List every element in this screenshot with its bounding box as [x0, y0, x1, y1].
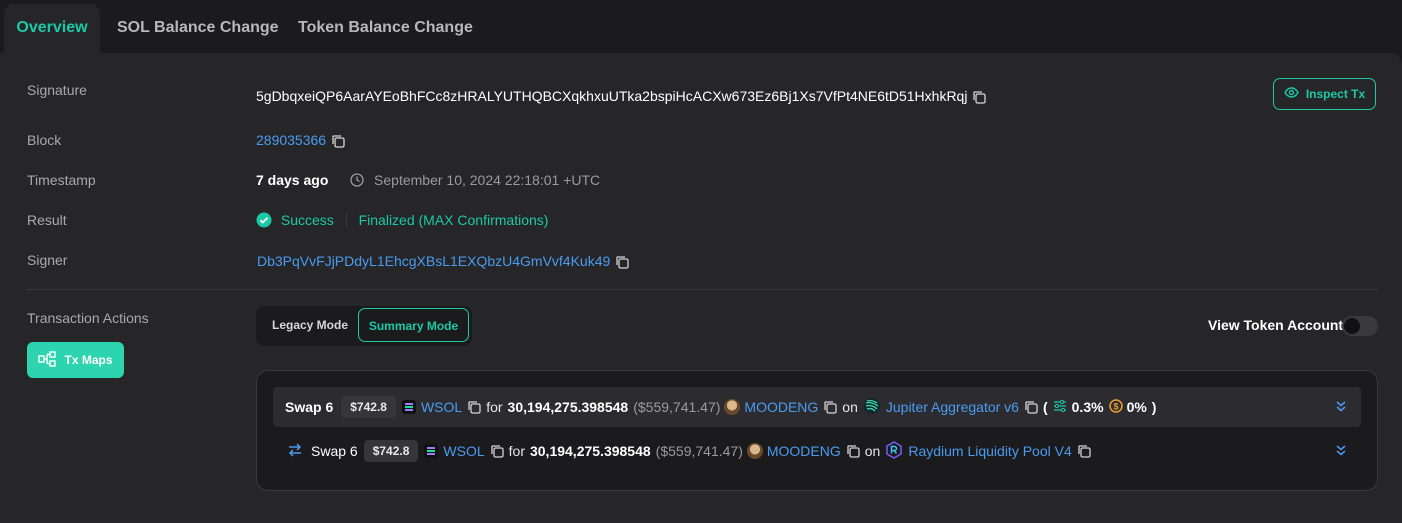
transaction-actions-label: Transaction Actions	[27, 310, 149, 326]
wsol-token-icon	[424, 444, 439, 458]
from-token-link[interactable]: WSOL	[421, 399, 462, 415]
slippage-sliders-icon	[1053, 399, 1067, 416]
result-label: Result	[27, 212, 67, 228]
timestamp-row: 7 days ago September 10, 2024 22:18:01 +…	[256, 172, 600, 190]
jupiter-logo-icon	[863, 397, 881, 418]
svg-text:$: $	[1113, 401, 1118, 411]
swap-row-jupiter[interactable]: Swap 6 $742.8 WSOL for 30,194,275.398548…	[273, 387, 1361, 427]
fee-coin-icon: $	[1108, 398, 1123, 416]
from-token-link[interactable]: WSOL	[443, 443, 484, 459]
to-token-link[interactable]: MOODENG	[767, 443, 841, 459]
copy-icon[interactable]	[615, 255, 629, 269]
swap-arrows-icon	[287, 442, 303, 461]
platform-link[interactable]: Jupiter Aggregator v6	[886, 399, 1019, 415]
slippage-value: 0.3%	[1071, 399, 1104, 415]
swap-title: Swap 6	[285, 399, 334, 415]
inspect-tx-label: Inspect Tx	[1305, 87, 1366, 101]
clock-icon	[350, 173, 364, 190]
swap-amount: 30,194,275.398548	[529, 443, 651, 459]
for-word: for	[486, 399, 503, 415]
on-word: on	[842, 399, 858, 415]
tab-bar: Overview SOL Balance Change Token Balanc…	[0, 0, 1402, 54]
swap-amount-usd: ($559,741.47)	[655, 443, 743, 459]
view-token-account-label: View Token Account	[1208, 317, 1344, 333]
copy-icon[interactable]	[1077, 444, 1091, 458]
paren-open: (	[1042, 399, 1048, 415]
platform-link[interactable]: Raydium Liquidity Pool V4	[908, 443, 1071, 459]
timestamp-relative: 7 days ago	[256, 172, 329, 188]
result-status: Success	[280, 212, 334, 228]
swap-row-raydium[interactable]: Swap 6 $742.8 WSOL for 30,194,275.398548…	[273, 431, 1361, 471]
paren-close: )	[1151, 399, 1157, 415]
usd-badge: $742.8	[341, 396, 396, 418]
on-word: on	[864, 443, 881, 459]
result-row: Success Finalized (MAX Confirmations)	[256, 212, 548, 231]
copy-icon[interactable]	[490, 444, 504, 458]
tx-maps-label: Tx Maps	[64, 353, 113, 367]
flow-diagram-icon	[38, 350, 57, 370]
swap-amount: 30,194,275.398548	[507, 399, 629, 415]
usd-badge: $742.8	[363, 440, 419, 462]
chevron-double-down-icon[interactable]	[1335, 399, 1347, 413]
signer-row: Db3PqVvFJjPDdyL1EhcgXBsL1EXQbzU4GmVvf4Ku…	[257, 253, 629, 269]
copy-icon[interactable]	[823, 400, 837, 414]
moodeng-token-icon	[724, 399, 741, 415]
result-confirmation: Finalized (MAX Confirmations)	[358, 212, 549, 228]
wsol-token-icon	[401, 400, 416, 414]
signer-label: Signer	[27, 252, 68, 268]
copy-icon[interactable]	[972, 90, 987, 104]
tab-overview[interactable]: Overview	[4, 4, 100, 54]
raydium-logo-icon	[885, 440, 903, 462]
signer-link[interactable]: Db3PqVvFJjPDdyL1EhcgXBsL1EXQbzU4GmVvf4Ku…	[257, 253, 610, 269]
eye-icon	[1284, 87, 1299, 101]
inspect-tx-button[interactable]: Inspect Tx	[1273, 78, 1376, 110]
timestamp-label: Timestamp	[27, 172, 96, 188]
chevron-double-down-icon[interactable]	[1335, 443, 1347, 457]
summary-mode-button[interactable]: Summary Mode	[358, 308, 469, 342]
block-row: 289035366	[256, 132, 345, 148]
signature-row: 5gDbqxeiQP6AarAYEoBhFCc8zHRALYUTHQBCXqkh…	[256, 88, 987, 104]
section-divider	[27, 289, 1378, 290]
signature-label: Signature	[27, 82, 87, 98]
copy-icon[interactable]	[846, 444, 860, 458]
swap-amount-usd: ($559,741.47)	[633, 399, 721, 415]
mode-switch: Legacy Mode Summary Mode	[256, 306, 472, 346]
swap-title: Swap 6	[311, 443, 358, 459]
block-label: Block	[27, 132, 62, 148]
tx-maps-button[interactable]: Tx Maps	[27, 342, 124, 378]
view-token-account-toggle[interactable]	[1342, 316, 1378, 336]
timestamp-full: September 10, 2024 22:18:01 +UTC	[374, 172, 601, 188]
check-circle-icon	[256, 212, 272, 231]
block-link[interactable]: 289035366	[256, 132, 326, 148]
actions-list: Swap 6 $742.8 WSOL for 30,194,275.398548…	[256, 370, 1378, 491]
tab-token-balance-change[interactable]: Token Balance Change	[298, 4, 473, 54]
legacy-mode-button[interactable]: Legacy Mode	[262, 308, 358, 342]
copy-icon[interactable]	[467, 400, 481, 414]
moodeng-token-icon	[746, 443, 763, 459]
tab-sol-balance-change[interactable]: SOL Balance Change	[117, 4, 279, 54]
copy-icon[interactable]	[331, 134, 345, 148]
fee-value: 0%	[1126, 399, 1147, 415]
to-token-link[interactable]: MOODENG	[744, 399, 818, 415]
copy-icon[interactable]	[1024, 400, 1038, 414]
signature-value: 5gDbqxeiQP6AarAYEoBhFCc8zHRALYUTHQBCXqkh…	[256, 88, 968, 104]
for-word: for	[508, 443, 525, 459]
